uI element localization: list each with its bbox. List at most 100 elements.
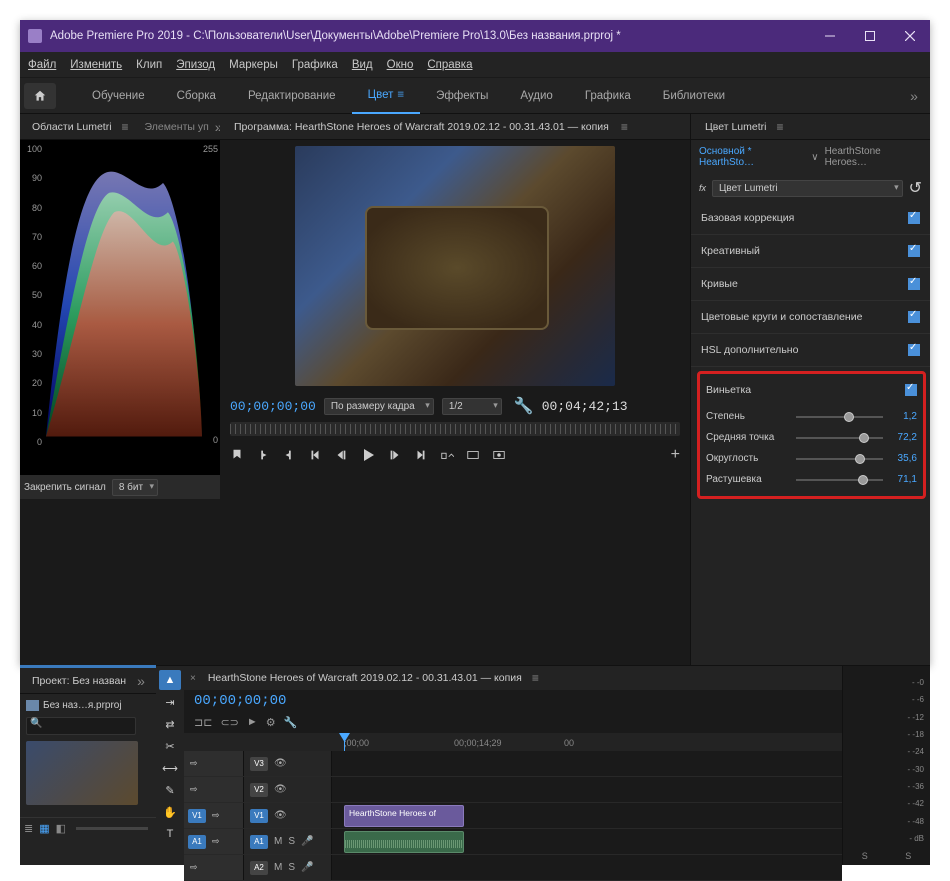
hand-tool[interactable]: ✋ xyxy=(159,802,181,822)
thumb-size-slider[interactable] xyxy=(76,827,148,830)
menu-window[interactable]: Окно xyxy=(387,59,414,71)
razor-tool[interactable]: ✂ xyxy=(159,736,181,756)
track-header-V3[interactable]: ⇨ xyxy=(184,751,244,776)
slider-value[interactable]: 35,6 xyxy=(889,453,917,464)
project-overflow[interactable]: » xyxy=(132,673,150,689)
workspace-обучение[interactable]: Обучение xyxy=(76,78,161,114)
button-editor-icon[interactable]: + xyxy=(671,446,680,464)
linked-selection-icon[interactable]: ⊂⊃ xyxy=(220,716,238,729)
section-checkbox[interactable] xyxy=(908,245,920,257)
maximize-button[interactable] xyxy=(850,20,890,52)
track-header-V1[interactable]: V1⇨ xyxy=(184,803,244,828)
workspace-графика[interactable]: Графика xyxy=(569,78,647,114)
mark-out-icon[interactable] xyxy=(282,448,296,462)
selection-tool[interactable]: ▲ xyxy=(159,670,181,690)
goto-in-icon[interactable] xyxy=(308,448,322,462)
track-header-V2[interactable]: ⇨ xyxy=(184,777,244,802)
slip-tool[interactable]: ⟷ xyxy=(159,758,181,778)
tab-effect-controls[interactable]: Элементы уп xyxy=(139,121,215,133)
lumetri-section[interactable]: Базовая коррекция xyxy=(691,202,930,235)
step-fwd-icon[interactable] xyxy=(388,448,402,462)
reset-icon[interactable]: ↺ xyxy=(909,178,922,198)
ripple-edit-tool[interactable]: ⇄ xyxy=(159,714,181,734)
project-thumbnail[interactable] xyxy=(26,741,138,805)
home-button[interactable] xyxy=(24,83,56,109)
panel-menu-icon[interactable]: ≡ xyxy=(122,120,129,134)
workspace-цвет[interactable]: Цвет ≡ xyxy=(352,78,421,114)
fx-badge[interactable]: fx xyxy=(699,183,706,193)
workspace-аудио[interactable]: Аудио xyxy=(504,78,568,114)
search-input[interactable] xyxy=(26,717,136,735)
workspace-эффекты[interactable]: Эффекты xyxy=(420,78,504,114)
list-view-icon[interactable]: ≣ xyxy=(24,822,33,835)
time-ruler[interactable]: ;00;00 00;00;14;29 00 xyxy=(184,733,842,751)
lumetri-section[interactable]: Креативный xyxy=(691,235,930,268)
workspace-сборка[interactable]: Сборка xyxy=(161,78,232,114)
lumetri-menu-icon[interactable]: ≡ xyxy=(776,120,783,134)
extract-icon[interactable] xyxy=(466,448,480,462)
vignette-title[interactable]: Виньетка xyxy=(706,384,751,396)
section-checkbox[interactable] xyxy=(908,344,920,356)
timeline-timecode[interactable]: 00;00;00;00 xyxy=(184,690,842,712)
slider-track[interactable] xyxy=(796,458,883,460)
menu-help[interactable]: Справка xyxy=(427,59,472,71)
play-button[interactable] xyxy=(360,447,376,463)
lumetri-section[interactable]: HSL дополнительно xyxy=(691,334,930,367)
settings-icon[interactable]: 🔧 xyxy=(514,396,534,416)
slider-value[interactable]: 1,2 xyxy=(889,411,917,422)
tab-lumetri-scopes[interactable]: Области Lumetri xyxy=(26,121,118,133)
snap-icon[interactable]: ⊐⊏ xyxy=(194,716,212,729)
menu-clip[interactable]: Клип xyxy=(136,59,162,71)
fit-dropdown[interactable]: По размеру кадра xyxy=(324,398,434,415)
workspace-библиотеки[interactable]: Библиотеки xyxy=(647,78,741,114)
menu-graphics[interactable]: Графика xyxy=(292,59,338,71)
solo-right[interactable]: S xyxy=(905,851,911,861)
timecode-in[interactable]: 00;00;00;00 xyxy=(230,399,316,414)
video-clip[interactable]: HearthStone Heroes of xyxy=(344,805,464,827)
menu-sequence[interactable]: Эпизод xyxy=(176,59,215,71)
slider-track[interactable] xyxy=(796,416,883,418)
slider-track[interactable] xyxy=(796,479,883,481)
program-monitor-image[interactable] xyxy=(295,146,615,386)
add-marker-icon[interactable] xyxy=(230,448,244,462)
type-tool[interactable]: T xyxy=(159,824,181,844)
audio-clip[interactable] xyxy=(344,831,464,853)
project-tab[interactable]: Проект: Без назван xyxy=(26,675,132,687)
lumetri-section[interactable]: Цветовые круги и сопоставление xyxy=(691,301,930,334)
export-frame-icon[interactable] xyxy=(492,448,506,462)
track-header-A2[interactable]: ⇨ xyxy=(184,855,244,880)
program-menu-icon[interactable]: ≡ xyxy=(621,120,628,134)
track-header-A1[interactable]: A1⇨ xyxy=(184,829,244,854)
minimize-button[interactable] xyxy=(810,20,850,52)
bit-depth-dropdown[interactable]: 8 бит xyxy=(112,479,158,496)
program-monitor-title[interactable]: Программа: HearthStone Heroes of Warcraf… xyxy=(228,121,615,133)
menu-edit[interactable]: Изменить xyxy=(70,59,122,71)
icon-view-icon[interactable]: ▦ xyxy=(39,822,49,835)
solo-left[interactable]: S xyxy=(862,851,868,861)
close-button[interactable] xyxy=(890,20,930,52)
wrench-icon[interactable]: 🔧 xyxy=(284,716,298,729)
section-checkbox[interactable] xyxy=(908,278,920,290)
menu-view[interactable]: Вид xyxy=(352,59,373,71)
track-select-tool[interactable]: ⇥ xyxy=(159,692,181,712)
lumetri-source-link[interactable]: Основной * HearthSto… xyxy=(699,146,805,168)
workspace-overflow[interactable]: » xyxy=(902,88,926,104)
section-checkbox[interactable] xyxy=(908,311,920,323)
zoom-dropdown[interactable]: 1/2 xyxy=(442,398,502,415)
slider-track[interactable] xyxy=(796,437,883,439)
timeline-sequence-tab[interactable]: HearthStone Heroes of Warcraft 2019.02.1… xyxy=(202,672,528,684)
freeform-view-icon[interactable]: ◧ xyxy=(56,822,66,835)
effect-dropdown[interactable]: Цвет Lumetri xyxy=(712,180,903,197)
menu-file[interactable]: Файл xyxy=(28,59,56,71)
lift-icon[interactable] xyxy=(440,448,454,462)
section-checkbox[interactable] xyxy=(908,212,920,224)
goto-out-icon[interactable] xyxy=(414,448,428,462)
step-back-icon[interactable] xyxy=(334,448,348,462)
playhead[interactable] xyxy=(344,733,345,751)
lumetri-tab[interactable]: Цвет Lumetri xyxy=(699,121,772,133)
settings-icon[interactable]: ⚙ xyxy=(266,716,276,729)
pen-tool[interactable]: ✎ xyxy=(159,780,181,800)
mark-in-icon[interactable] xyxy=(256,448,270,462)
slider-value[interactable]: 72,2 xyxy=(889,432,917,443)
slider-value[interactable]: 71,1 xyxy=(889,474,917,485)
